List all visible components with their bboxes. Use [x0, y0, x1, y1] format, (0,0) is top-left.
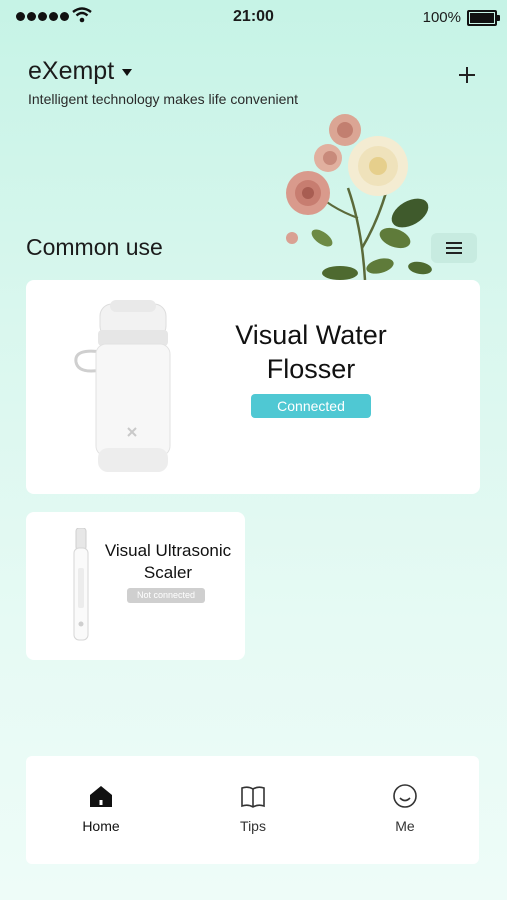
battery-icon: [467, 10, 500, 26]
device-name: Visual Ultrasonic Scaler: [98, 540, 238, 584]
bottom-nav: Home Tips Me: [26, 756, 479, 864]
device-name-line: Flosser: [266, 354, 356, 384]
nav-item-me[interactable]: Me: [365, 782, 445, 834]
status-badge: Not connected: [127, 588, 205, 603]
menu-icon: [446, 242, 462, 254]
smile-icon: [393, 784, 417, 808]
device-name: Visual Water Flosser: [216, 318, 406, 386]
home-name: eXempt: [28, 57, 115, 85]
section-title: Common use: [26, 234, 163, 260]
add-icon[interactable]: [454, 62, 480, 88]
ultrasonic-scaler-image: [73, 528, 89, 641]
water-flosser-image: [74, 300, 171, 472]
home-selector[interactable]: eXempt: [28, 57, 133, 86]
nav-label: Me: [395, 818, 415, 834]
battery-percentage: 100%: [422, 9, 461, 26]
status-badge: Connected: [251, 394, 371, 418]
tagline: Intelligent technology makes life conven…: [28, 91, 299, 107]
caret-down-icon: [122, 69, 133, 76]
nav-label: Home: [82, 818, 120, 834]
nav-label: Tips: [240, 818, 266, 834]
status-bar: 21:00 100%: [0, 0, 507, 34]
nav-item-home[interactable]: Home: [61, 782, 141, 834]
device-name-line: Visual Water: [235, 320, 387, 350]
flower-illustration: [286, 114, 432, 280]
list-menu-button[interactable]: [431, 233, 477, 263]
device-card-ultrasonic-scaler[interactable]: Visual Ultrasonic Scaler Not connected: [26, 512, 245, 660]
device-name-line: Visual Ultrasonic: [104, 541, 232, 560]
nav-item-tips[interactable]: Tips: [213, 782, 293, 834]
book-icon: [241, 786, 265, 808]
home-icon: [90, 786, 112, 807]
device-card-water-flosser[interactable]: Visual Water Flosser Connected: [26, 280, 480, 494]
device-name-line: Scaler: [143, 563, 193, 582]
